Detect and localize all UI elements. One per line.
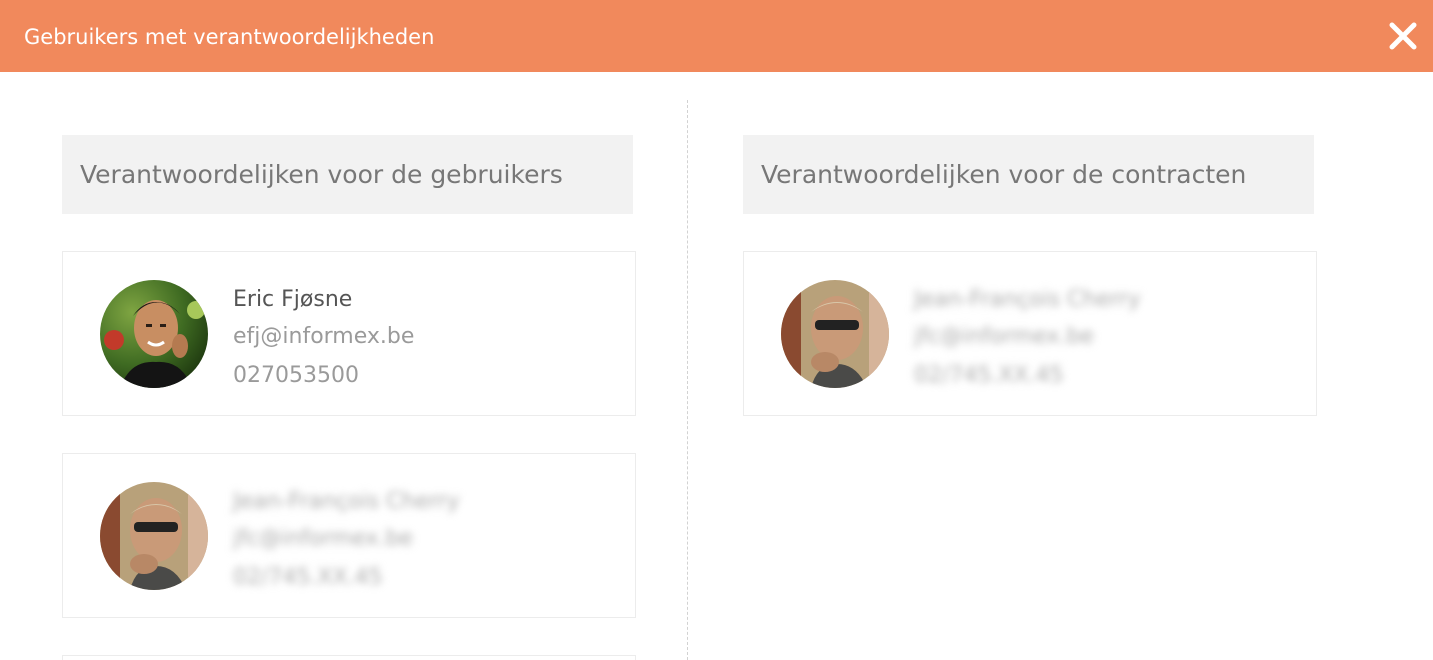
avatar: [100, 280, 208, 388]
contracts-responsibles-column: Verantwoordelijken voor de contracten Je…: [743, 135, 1317, 416]
responsibilities-modal: Gebruikers met verantwoordelijkheden Ver…: [0, 0, 1433, 660]
user-email[interactable]: efj@informex.be: [233, 317, 414, 356]
user-card: [62, 655, 636, 660]
column-divider: [687, 100, 688, 660]
users-section-title: Verantwoordelijken voor de gebruikers: [62, 135, 633, 214]
user-info: Jean-François Cherry jfc@informex.be 02/…: [914, 283, 1141, 395]
users-responsibles-column: Verantwoordelijken voor de gebruikers Er…: [62, 135, 636, 660]
modal-title: Gebruikers met verantwoordelijkheden: [24, 25, 435, 49]
user-email[interactable]: jfc@informex.be: [914, 317, 1141, 356]
avatar: [781, 280, 889, 388]
avatar: [100, 482, 208, 590]
user-name: Jean-François Cherry: [914, 287, 1141, 312]
user-card: Eric Fjøsne efj@informex.be 027053500: [62, 251, 636, 416]
user-card: Jean-François Cherry jfc@informex.be 02/…: [743, 251, 1317, 416]
contracts-section-title: Verantwoordelijken voor de contracten: [743, 135, 1314, 214]
modal-header: Gebruikers met verantwoordelijkheden: [0, 0, 1433, 72]
user-name: Eric Fjøsne: [233, 287, 353, 312]
user-card: Jean-François Cherry jfc@informex.be 02/…: [62, 453, 636, 618]
close-icon: [1389, 22, 1417, 50]
user-phone: 02/745.XX.45: [914, 363, 1064, 388]
user-info: Jean-François Cherry jfc@informex.be 02/…: [233, 485, 460, 597]
user-email[interactable]: jfc@informex.be: [233, 519, 460, 558]
user-info: Eric Fjøsne efj@informex.be 027053500: [233, 283, 414, 395]
user-phone: 02/745.XX.45: [233, 565, 383, 590]
user-name: Jean-François Cherry: [233, 489, 460, 514]
user-phone: 027053500: [233, 363, 359, 388]
close-button[interactable]: [1387, 20, 1419, 52]
